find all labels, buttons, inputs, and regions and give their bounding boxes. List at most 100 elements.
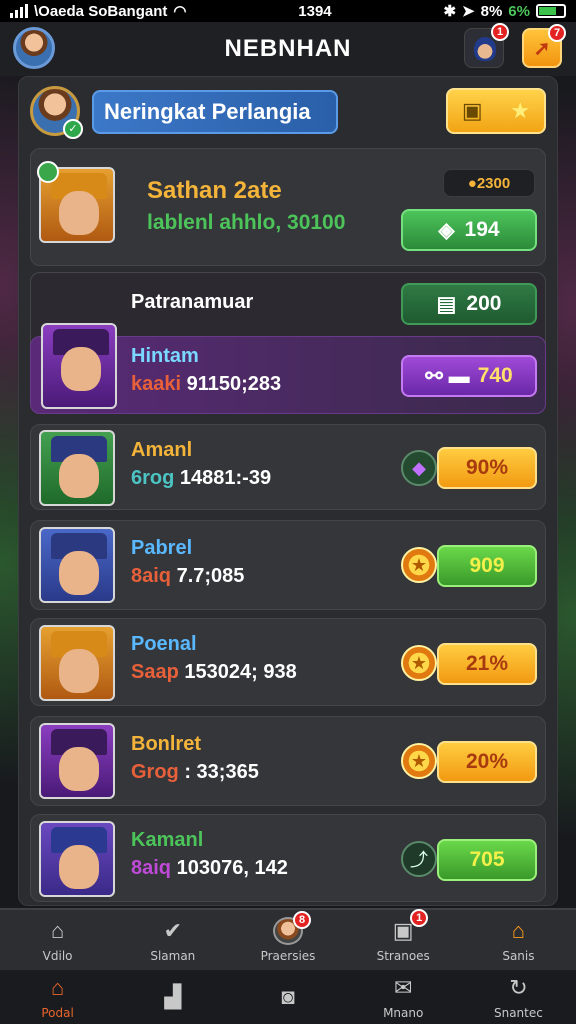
status-bar: \Oaeda SoBangant ◠ 1394 ✱ ➤ 8% 6% xyxy=(0,0,576,22)
section-avatar: ✓ xyxy=(30,86,83,139)
player-name: Kamanl xyxy=(131,829,204,851)
section-title: Neringkat Perlangia xyxy=(92,90,338,134)
square-icon: ◙ xyxy=(281,984,295,1009)
player-portrait xyxy=(39,821,115,897)
player-tag: 8aiq xyxy=(131,565,172,587)
chest-icon: ▤ xyxy=(436,292,457,316)
player-value: 91150;283 xyxy=(186,373,282,395)
featured-player-row[interactable]: Sathan 2ate lablenl ahhlo, 30100 ● 2300 … xyxy=(30,148,546,266)
clock: 1394 xyxy=(298,2,332,20)
check-card-icon: ✔ xyxy=(163,918,183,943)
nav-label: Snantec xyxy=(493,1006,543,1020)
player-name: Amanl xyxy=(131,439,193,461)
coin-icon: ● xyxy=(467,174,477,192)
home-icon: ⌂ xyxy=(50,918,65,943)
nav-item-stranoes[interactable]: ▣ 1 Stranoes xyxy=(346,909,461,970)
player-stat: 8aiq 7.7;085 xyxy=(131,565,244,588)
player-tag: 8aiq xyxy=(131,857,172,879)
nav-item-podal[interactable]: ⌂ Podal xyxy=(0,970,115,1024)
box-icon: ▣ xyxy=(461,98,483,123)
bottom-nav-primary: ⌂ Vdilo ✔ Slaman 8 Praersies ▣ 1 Stranoe… xyxy=(0,908,576,970)
nav-label: Slaman xyxy=(150,949,196,963)
chart-icon: ▟ xyxy=(164,984,182,1009)
player-portrait xyxy=(39,723,115,799)
rank-up-icon: ⤴ xyxy=(401,841,437,877)
house-icon: ⌂ xyxy=(511,918,526,943)
player-score-value: 90% xyxy=(465,456,509,479)
featured-name: Sathan 2ate xyxy=(147,177,282,204)
bluetooth-icon: ✱ xyxy=(443,3,457,20)
nav-item-praersies[interactable]: 8 Praersies xyxy=(230,910,345,970)
shield-icon: ✓ xyxy=(63,119,83,139)
player-tag: 6rog xyxy=(131,467,175,489)
section-header: ✓ Neringkat Perlangia xyxy=(30,86,340,139)
player-portrait xyxy=(39,430,115,506)
nav-label: Sanis xyxy=(502,949,535,963)
coin-value: 2300 xyxy=(476,174,511,192)
player-row[interactable]: Amanl 6rog 14881:-39 ◆ 90% xyxy=(30,424,546,510)
player-portrait xyxy=(39,527,115,603)
player-row[interactable]: Poenal Saap 153024; 938 ★ 21% xyxy=(30,618,546,706)
nav-item-mnano[interactable]: ✉ Mnano xyxy=(346,970,461,1024)
player-stat: Saap 153024; 938 xyxy=(131,661,297,684)
player-tag: kaaki xyxy=(131,373,182,395)
nav-label: Podal xyxy=(41,1006,74,1020)
board-icon: ▣ 1 xyxy=(388,909,429,945)
player-row[interactable]: Bonlret Grog : 33;365 ★ 20% xyxy=(30,716,546,806)
cube-icon: ◈ xyxy=(438,218,455,242)
ranking-label: Patranamuar xyxy=(131,291,254,313)
character-badge: 1 xyxy=(491,23,509,41)
player-portrait xyxy=(41,323,117,409)
character-button[interactable]: 1 xyxy=(464,23,509,68)
gem-icon: ◆ xyxy=(401,450,437,486)
profile-avatar[interactable] xyxy=(13,27,55,69)
nav-item-stats[interactable]: ▟ xyxy=(115,970,230,1024)
player-value: 14881:-39 xyxy=(179,467,272,489)
player-score-value: 740 xyxy=(477,364,513,387)
featured-subtitle: lablenl ahhlo, 30100 xyxy=(147,211,346,234)
nav-item-snantec[interactable]: ↻ Snantec xyxy=(461,970,576,1024)
nav-label: Stranoes xyxy=(376,949,430,963)
bottom-nav-secondary: ⌂ Podal ▟ ◙ ✉ Mnano ↻ Snantec xyxy=(0,970,576,1024)
player-score: 705 xyxy=(437,839,537,881)
ranking-score-value: 200 xyxy=(466,292,502,315)
player-stat: Grog : 33;365 xyxy=(131,761,259,784)
player-score: 21% xyxy=(437,643,537,685)
player-name: Pabrel xyxy=(131,537,193,559)
featured-score: ◈ 194 xyxy=(401,209,537,251)
nav-item-slaman[interactable]: ✔ Slaman xyxy=(115,910,230,970)
nav-badge: 8 xyxy=(293,911,311,929)
refresh-icon: ↻ xyxy=(509,975,528,1000)
player-score-value: 21% xyxy=(465,652,509,675)
nav-label: Vdilo xyxy=(42,949,73,963)
nav-label: Praersies xyxy=(260,949,316,963)
player-row[interactable]: Kamanl 8aiq 103076, 142 ⤴ 705 xyxy=(30,814,546,902)
ranking-score: ▤ 200 xyxy=(401,283,537,325)
rewards-button[interactable]: ▣ ★ xyxy=(446,88,546,134)
featured-score-value: 194 xyxy=(464,218,500,241)
coin-counter: ● 2300 xyxy=(443,169,535,197)
player-row[interactable]: Hintam kaaki 91150;283 ⚯ ▬ 740 xyxy=(30,323,546,414)
player-value: 153024; 938 xyxy=(184,661,297,683)
gift-icon: ➚ xyxy=(533,37,551,60)
player-row[interactable]: Pabrel 8aiq 7.7;085 ★ 909 xyxy=(30,520,546,610)
player-stat: kaaki 91150;283 xyxy=(131,373,281,396)
nav-label: Mnano xyxy=(383,1006,424,1020)
player-score: 20% xyxy=(437,741,537,783)
level-gem-icon xyxy=(37,161,59,183)
link-icon: ⚯ ▬ xyxy=(425,364,470,388)
avatar-icon: 8 xyxy=(273,911,311,945)
carrier-name: \Oaeda SoBangant xyxy=(34,2,168,20)
charge-percent: 6% xyxy=(508,2,530,20)
player-score-value: 909 xyxy=(469,554,505,577)
nav-item-sanis[interactable]: ⌂ Sanis xyxy=(461,910,576,970)
nav-item-center[interactable]: ◙ xyxy=(230,970,345,1024)
top-header: NEBNHAN 1 ➚ 7 xyxy=(0,22,576,76)
gift-button[interactable]: ➚ 7 xyxy=(522,24,566,68)
gift-badge: 7 xyxy=(548,24,566,42)
page-title: NEBNHAN xyxy=(224,35,352,62)
nav-item-vdilo[interactable]: ⌂ Vdilo xyxy=(0,910,115,970)
location-icon: ➤ xyxy=(462,3,475,20)
player-name: Poenal xyxy=(131,633,197,655)
battery-percent: 8% xyxy=(480,2,503,20)
